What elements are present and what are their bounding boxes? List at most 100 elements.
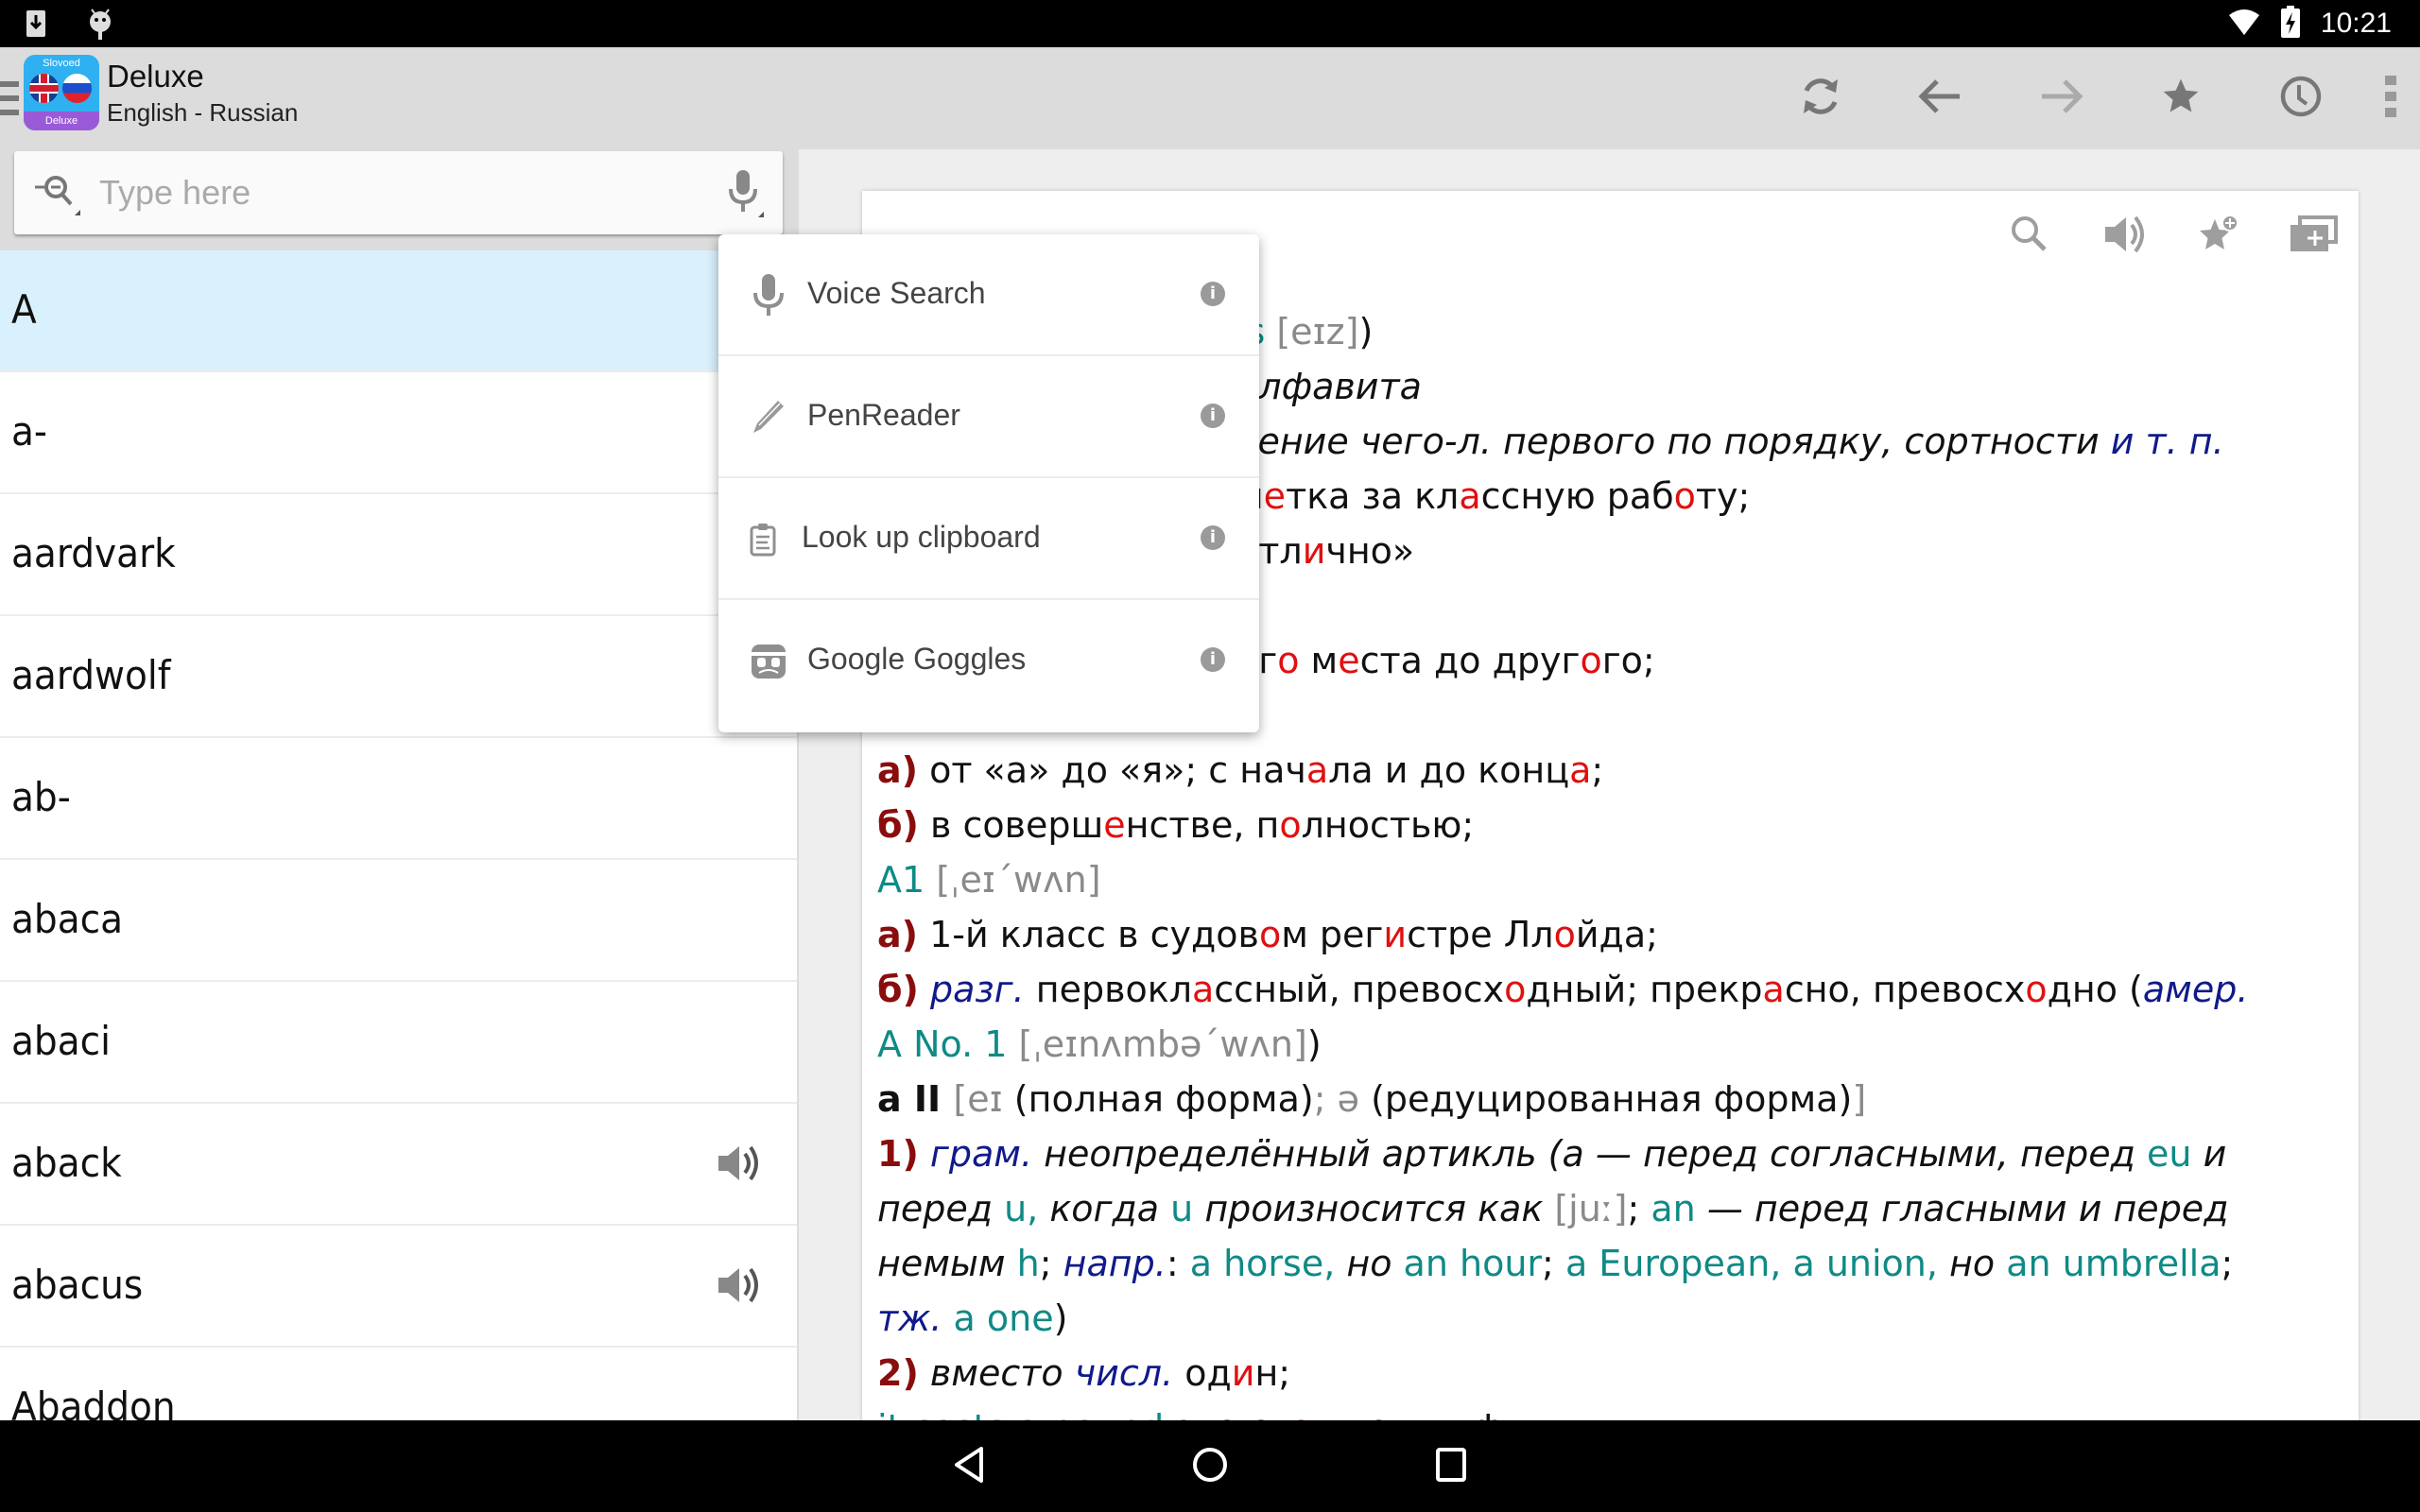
new-card-button[interactable] <box>2287 210 2340 263</box>
pronounce-button[interactable] <box>2098 210 2151 263</box>
article-segment: [eɪ <box>953 1078 1014 1120</box>
article-segment: и т. п. <box>2110 421 2224 462</box>
app-title: Deluxe <box>107 59 204 94</box>
article-line: а) 1-й класс в судовом регистре Ллойда; <box>877 907 2342 962</box>
article-segment: грам. <box>929 1133 1033 1175</box>
article-line: тж. a one) <box>877 1291 2342 1346</box>
article-segment: [juː] <box>1554 1188 1628 1229</box>
article-segment: ; <box>1039 1243 1063 1284</box>
info-icon[interactable]: i <box>1201 282 1225 306</box>
article-segment: амер. <box>2142 969 2249 1010</box>
overflow-menu-button[interactable] <box>2377 72 2405 125</box>
word-list-item[interactable]: a- <box>0 372 797 494</box>
popup-item-voice-search[interactable]: Voice Search i <box>718 234 1259 356</box>
word-list-item[interactable]: aardwolf <box>0 616 797 738</box>
article-segment <box>919 969 930 1010</box>
back-button[interactable] <box>1914 72 1967 125</box>
article-link[interactable]: a European, a union, <box>1565 1243 1938 1284</box>
popup-item-look-up-clipboard[interactable]: Look up clipboard i <box>718 478 1259 600</box>
word-list-item[interactable]: aardvark <box>0 494 797 616</box>
popup-item-google-goggles[interactable]: Google Goggles i <box>718 600 1259 722</box>
app-logo[interactable]: Slovoed Deluxe <box>24 55 99 130</box>
article-segment: а <box>1569 749 1592 791</box>
article-link[interactable]: h <box>1017 1243 1040 1284</box>
article-segment: б) <box>877 969 919 1010</box>
download-notification-icon <box>25 9 47 43</box>
article-segment: a II <box>877 1078 954 1120</box>
popup-item-penreader[interactable]: PenReader i <box>718 356 1259 478</box>
forward-button[interactable] <box>2034 72 2087 125</box>
logo-edition: Deluxe <box>24 112 99 130</box>
article-segment: а <box>1191 969 1215 1010</box>
article-segment: a — перед согласными, перед <box>1562 1133 2148 1175</box>
logo-brand: Slovoed <box>43 58 80 69</box>
article-line: б) в совершенстве, полностью; <box>877 798 2342 852</box>
dictionary-direction[interactable]: English - Russian <box>107 98 298 128</box>
article-segment: когда <box>1038 1188 1171 1229</box>
word-label: aardwolf <box>11 652 171 698</box>
search-in-article-icon <box>2009 214 2050 259</box>
word-label: A <box>11 286 37 333</box>
article-segment: : <box>1166 1243 1190 1284</box>
word-list-item[interactable]: aback <box>0 1104 797 1226</box>
wifi-icon <box>2228 8 2260 40</box>
article-link[interactable]: a one <box>942 1297 1054 1339</box>
home-nav-icon <box>1191 1446 1229 1487</box>
article-segment: произносится как <box>1193 1188 1555 1229</box>
article-segment: о <box>2025 969 2048 1010</box>
article-segment: дно ( <box>2047 969 2143 1010</box>
article-link[interactable]: an hour <box>1404 1243 1543 1284</box>
info-icon[interactable]: i <box>1201 525 1225 550</box>
article-link[interactable]: an <box>1651 1188 1695 1229</box>
add-to-favorites-button[interactable] <box>2192 210 2245 263</box>
article-line: немым h; напр.: a horse, но an hour; a E… <box>877 1236 2342 1291</box>
article-segment: н; <box>1254 1352 1291 1394</box>
article-link[interactable]: u, <box>1004 1188 1038 1229</box>
article-segment: о <box>1277 640 1300 681</box>
info-icon[interactable]: i <box>1201 647 1225 672</box>
word-label: aardvark <box>11 530 176 576</box>
word-list-item[interactable]: abacus <box>0 1226 797 1348</box>
article-link[interactable]: eu <box>2147 1133 2191 1175</box>
article-segment: о <box>1673 475 1696 517</box>
article-link[interactable]: an umbrella <box>2006 1243 2221 1284</box>
russia-flag-icon <box>62 74 92 103</box>
sound-icon[interactable] <box>715 1140 764 1191</box>
sound-icon[interactable] <box>715 1262 764 1313</box>
article-segment: ; <box>1627 1188 1651 1229</box>
article-segment: м <box>1299 640 1339 681</box>
article-segment: м рег <box>1281 914 1384 955</box>
search-box <box>14 151 783 234</box>
history-button[interactable] <box>2274 72 2327 125</box>
article-segment: о <box>1258 914 1282 955</box>
favorites-button[interactable] <box>2154 72 2207 125</box>
search-input[interactable] <box>99 164 704 221</box>
info-icon[interactable]: i <box>1201 404 1225 428</box>
nav-recents-button[interactable] <box>1427 1443 1475 1490</box>
word-list-item[interactable]: abaca <box>0 860 797 982</box>
nav-back-button[interactable] <box>945 1443 993 1490</box>
word-label: a- <box>11 408 48 455</box>
search-in-article-button[interactable] <box>2003 210 2056 263</box>
sync-button[interactable] <box>1794 72 1847 125</box>
article-segment: а) <box>877 914 919 955</box>
search-options-icon[interactable] <box>33 172 86 223</box>
article-link[interactable]: A No. 1 <box>877 1023 1019 1065</box>
word-list-item[interactable]: abaci <box>0 982 797 1104</box>
word-label: abacus <box>11 1262 144 1308</box>
article-link[interactable]: a horse, <box>1190 1243 1336 1284</box>
search-method-popup: Voice Search i PenReader i Look up clipb… <box>718 234 1259 732</box>
article-link[interactable]: A1 <box>877 859 936 901</box>
article-line: б) разг. первоклассный, превосходный; пр… <box>877 962 2342 1017</box>
word-list-item[interactable]: A <box>0 250 797 372</box>
article-link[interactable]: u <box>1170 1188 1193 1229</box>
article-segment: 2) <box>877 1352 919 1394</box>
nav-home-button[interactable] <box>1186 1443 1234 1490</box>
clipboard-icon <box>739 516 786 563</box>
word-list-item[interactable]: Abaddon <box>0 1348 797 1420</box>
microphone-icon[interactable] <box>724 168 766 225</box>
word-list-item[interactable]: ab- <box>0 738 797 860</box>
article-segment: дный; прекр <box>1526 969 1763 1010</box>
drawer-toggle-icon[interactable] <box>0 81 19 115</box>
article-segment: о <box>1553 914 1576 955</box>
